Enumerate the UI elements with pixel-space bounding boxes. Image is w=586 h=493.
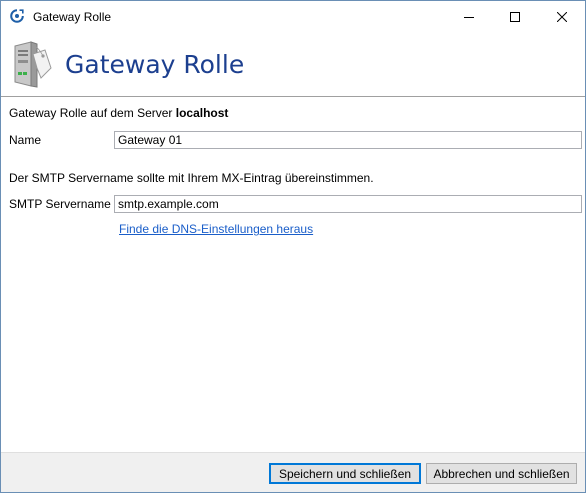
header-title: Gateway Rolle bbox=[65, 50, 245, 79]
smtp-servername-label: SMTP Servername bbox=[9, 197, 111, 211]
app-icon bbox=[10, 9, 24, 23]
close-icon bbox=[557, 11, 567, 22]
header-banner: Gateway Rolle bbox=[1, 32, 585, 97]
name-input[interactable] bbox=[114, 131, 582, 149]
cancel-and-close-button[interactable]: Abbrechen und schließen bbox=[426, 463, 577, 484]
server-info-prefix: Gateway Rolle auf dem Server bbox=[9, 106, 173, 120]
maximize-button[interactable] bbox=[492, 1, 538, 32]
name-label: Name bbox=[9, 133, 42, 147]
gateway-role-dialog: Gateway Rolle Gateway Rolle Gateway Roll… bbox=[0, 0, 586, 493]
server-tag-icon bbox=[11, 38, 55, 90]
smtp-servername-input[interactable] bbox=[114, 195, 582, 213]
close-button[interactable] bbox=[539, 1, 585, 32]
save-and-close-button[interactable]: Speichern und schließen bbox=[269, 463, 421, 484]
window-title: Gateway Rolle bbox=[33, 10, 112, 24]
maximize-icon bbox=[510, 11, 520, 22]
minimize-icon bbox=[464, 12, 474, 22]
dialog-footer: Speichern und schließen Abbrechen und sc… bbox=[1, 452, 585, 492]
dns-settings-link[interactable]: Finde die DNS-Einstellungen heraus bbox=[119, 222, 313, 236]
smtp-hint: Der SMTP Servername sollte mit Ihrem MX-… bbox=[9, 171, 374, 185]
form-area: Gateway Rolle auf dem Server localhost N… bbox=[1, 97, 585, 452]
server-info-line: Gateway Rolle auf dem Server localhost bbox=[9, 106, 228, 120]
title-bar[interactable]: Gateway Rolle bbox=[1, 1, 585, 32]
server-name: localhost bbox=[175, 106, 229, 120]
minimize-button[interactable] bbox=[446, 1, 492, 32]
